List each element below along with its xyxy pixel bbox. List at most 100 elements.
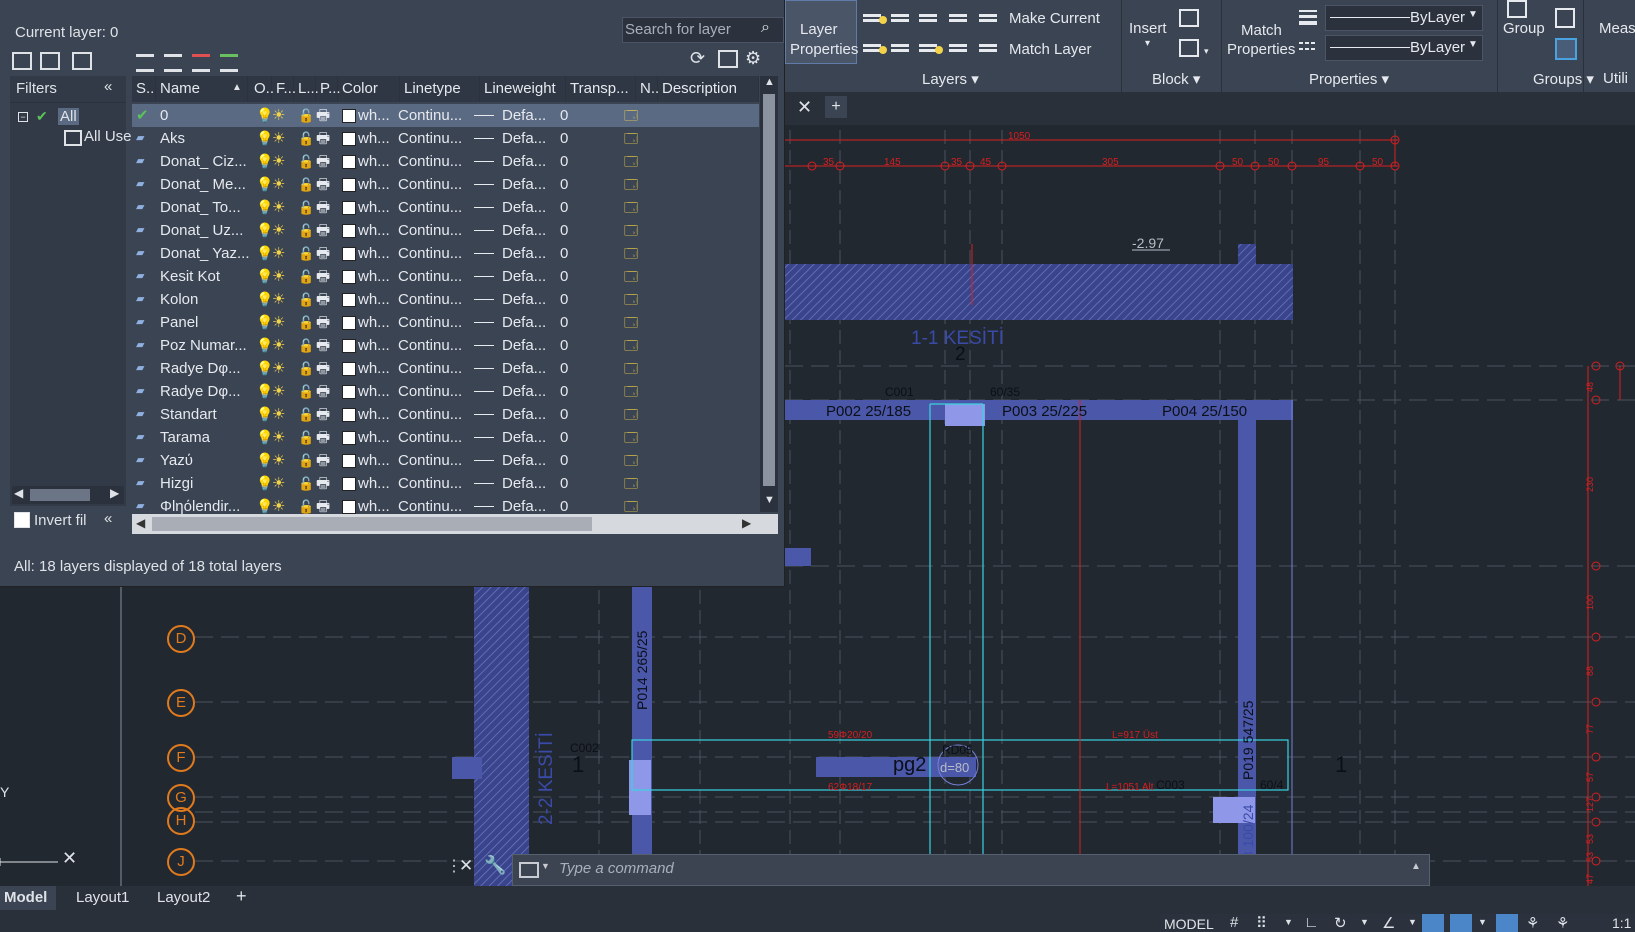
layer-color[interactable]: wh... [358, 472, 394, 495]
annotation-scale-value[interactable]: 1:1 [1612, 915, 1631, 931]
layer-lineweight[interactable]: Defa... [502, 265, 546, 288]
gear-icon[interactable]: ⚙ [745, 48, 761, 69]
layer-thaw-icon[interactable]: ☀ [272, 104, 292, 127]
collapse-left-icon[interactable]: « [104, 510, 112, 527]
layer-plot-icon[interactable]: 🖶 [316, 403, 334, 426]
layer-color[interactable]: wh... [358, 426, 394, 449]
new-vp-freeze-icon[interactable]: 🗔 [624, 127, 642, 150]
layer-name[interactable]: Donat_ Uz... [160, 219, 252, 242]
color-swatch[interactable] [342, 196, 356, 219]
layer-unlock-icon[interactable]: 🔓 [298, 265, 316, 288]
layer-name[interactable]: Donat_ Me... [160, 173, 252, 196]
tree-collapse-icon[interactable]: − [18, 112, 28, 122]
layer-name[interactable]: Kolon [160, 288, 252, 311]
color-swatch[interactable] [342, 334, 356, 357]
layer-transparency[interactable]: 0 [560, 196, 590, 219]
layer-name[interactable]: Radye Dφ... [160, 357, 252, 380]
layer-transparency[interactable]: 0 [560, 104, 590, 127]
add-layout-button[interactable]: + [236, 886, 247, 907]
layer-thaw-icon[interactable]: ☀ [272, 173, 292, 196]
layer-color[interactable]: wh... [358, 311, 394, 334]
layer-thaw-icon[interactable]: ☀ [272, 219, 292, 242]
layer-lineweight[interactable]: Defa... [502, 288, 546, 311]
layer-unlock-icon[interactable]: 🔓 [298, 311, 316, 334]
col-color[interactable]: Color [338, 76, 400, 102]
layer-thaw-icon[interactable]: ☀ [272, 357, 292, 380]
layer-thaw-icon[interactable]: ☀ [272, 127, 292, 150]
utilities-group-label[interactable]: Utili [1603, 70, 1628, 87]
layer-linetype[interactable]: Continu... [398, 265, 462, 288]
make-current-button[interactable]: Make Current [1009, 10, 1100, 27]
layer-lineweight[interactable]: Defa... [502, 219, 546, 242]
layer-unlock-icon[interactable]: 🔓 [298, 127, 316, 150]
color-swatch[interactable] [342, 242, 356, 265]
tab-layout2[interactable]: Layout2 [157, 889, 210, 906]
layer-unlock-icon[interactable]: 🔓 [298, 196, 316, 219]
layer-thaw-icon[interactable]: ☀ [272, 288, 292, 311]
layer-linetype[interactable]: Continu... [398, 196, 462, 219]
layer-unlock-icon[interactable]: 🔓 [298, 242, 316, 265]
color-swatch[interactable] [342, 150, 356, 173]
layer-plot-icon[interactable]: 🖶 [316, 449, 334, 472]
polar-icon[interactable]: ↻ [1334, 914, 1347, 932]
new-layer-frozen-icon[interactable] [164, 54, 182, 72]
color-swatch[interactable] [342, 380, 356, 403]
layer-plot-icon[interactable]: 🖶 [316, 288, 334, 311]
layer-lineweight[interactable]: Defa... [502, 449, 546, 472]
layer-thaw-icon[interactable]: ☀ [272, 380, 292, 403]
layer-name[interactable]: Kesit Kot [160, 265, 252, 288]
color-swatch[interactable] [342, 403, 356, 426]
match-layer-button[interactable]: Match Layer [1009, 41, 1092, 58]
layer-lineweight[interactable]: Defa... [502, 150, 546, 173]
insert-button[interactable]: Insert [1129, 20, 1167, 37]
layers-group-label[interactable]: Layers ▾ [922, 70, 979, 88]
layer-plot-icon[interactable]: 🖶 [316, 150, 334, 173]
layer-name[interactable]: Poz Numar... [160, 334, 252, 357]
layer-linetype[interactable]: Continu... [398, 288, 462, 311]
col-linetype[interactable]: Linetype [400, 76, 480, 102]
layer-row[interactable]: ▰ Tarama 💡 ☀ 🔓 🖶 wh... Continu... Defa... 0 🗔 [132, 426, 759, 449]
layer-name[interactable]: Donat_ Yaz... [160, 242, 252, 265]
block-tools-icons[interactable]: ▾ [1178, 8, 1218, 58]
properties-group-label[interactable]: Properties ▾ [1309, 70, 1389, 88]
layer-row[interactable]: ▰ Donat_ Ciz... 💡 ☀ 🔓 🖶 wh... Continu... Defa...… [132, 150, 759, 173]
layer-color[interactable]: wh... [358, 104, 394, 127]
layer-row[interactable]: ▰ Kesit Kot 💡 ☀ 🔓 🖶 wh... Continu... Defa... 0 🗔 [132, 265, 759, 288]
measure-button[interactable]: Meas [1599, 20, 1635, 37]
model-space-button[interactable]: MODEL [1164, 916, 1214, 932]
layer-color[interactable]: wh... [358, 173, 394, 196]
group-icon[interactable] [1507, 0, 1527, 18]
layer-linetype[interactable]: Continu... [398, 403, 462, 426]
col-transparency[interactable]: Transp... [566, 76, 636, 102]
match-properties-label-1[interactable]: Match [1241, 22, 1282, 39]
layer-row[interactable]: ▰ Poz Numar... 💡 ☀ 🔓 🖶 wh... Continu... Defa... 0… [132, 334, 759, 357]
col-new-vp-freeze[interactable]: N.. [636, 76, 659, 102]
layer-unlock-icon[interactable]: 🔓 [298, 449, 316, 472]
layer-transparency[interactable]: 0 [560, 127, 590, 150]
new-vp-freeze-icon[interactable]: 🗔 [624, 426, 642, 449]
tree-all-used-item[interactable]: All Use [84, 128, 132, 145]
layer-color[interactable]: wh... [358, 357, 394, 380]
close-tab-icon[interactable]: ✕ [797, 97, 812, 118]
layer-row[interactable]: ▰ Donat_ To... 💡 ☀ 🔓 🖶 wh... Continu... Defa... 0… [132, 196, 759, 219]
layer-plot-icon[interactable]: 🖶 [316, 219, 334, 242]
filters-hscroll[interactable]: ◀ ▶ [12, 486, 124, 504]
new-vp-freeze-icon[interactable]: 🗔 [624, 173, 642, 196]
layer-thaw-icon[interactable]: ☀ [272, 472, 292, 495]
ortho-icon[interactable]: ∟ [1304, 914, 1319, 931]
color-swatch[interactable] [342, 472, 356, 495]
color-swatch[interactable] [342, 173, 356, 196]
layer-plot-icon[interactable]: 🖶 [316, 426, 334, 449]
layer-unlock-icon[interactable]: 🔓 [298, 472, 316, 495]
lineweight-dropdown[interactable]: ByLayer ▼ [1325, 5, 1483, 31]
annotation-visibility-icon[interactable] [1496, 914, 1518, 932]
layer-row[interactable]: ▰ Donat_ Me... 💡 ☀ 🔓 🖶 wh... Continu... Defa... 0… [132, 173, 759, 196]
new-vp-freeze-icon[interactable]: 🗔 [624, 219, 642, 242]
layer-name[interactable]: Yazύ [160, 449, 252, 472]
color-swatch[interactable] [342, 265, 356, 288]
layer-lineweight[interactable]: Defa... [502, 173, 546, 196]
layer-plot-icon[interactable]: 🖶 [316, 334, 334, 357]
layer-plot-icon[interactable]: 🖶 [316, 242, 334, 265]
col-freeze[interactable]: F... [272, 76, 296, 102]
color-swatch[interactable] [342, 127, 356, 150]
